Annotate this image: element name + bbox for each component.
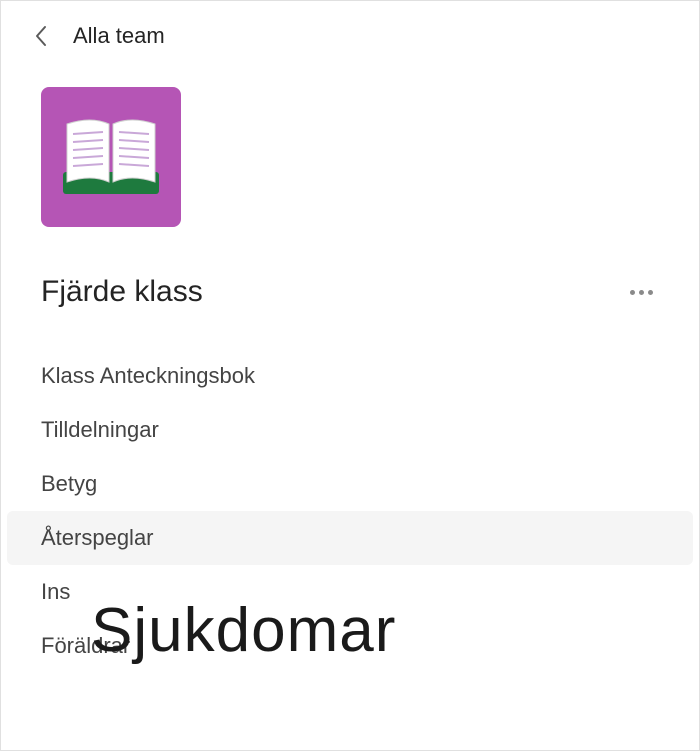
back-button[interactable] [31, 26, 51, 46]
team-avatar[interactable] [41, 87, 181, 227]
tab-label: Betyg [41, 471, 97, 496]
more-options-button[interactable] [624, 284, 659, 301]
tab-assignments[interactable]: Tilldelningar [1, 403, 699, 457]
tab-insights[interactable]: Ins [1, 565, 699, 619]
team-title: Fjärde klass [41, 275, 203, 309]
channel-tabs-list: Klass Anteckningsbok Tilldelningar Betyg… [1, 349, 699, 673]
tab-label: Tilldelningar [41, 417, 159, 442]
header-row: Alla team [1, 1, 699, 69]
tab-parents[interactable]: Föräldrar [1, 619, 699, 673]
tab-class-notebook[interactable]: Klass Anteckningsbok [1, 349, 699, 403]
book-icon [61, 112, 161, 202]
dots-icon [630, 290, 635, 295]
team-title-row: Fjärde klass [1, 227, 699, 319]
tab-label: Klass Anteckningsbok [41, 363, 255, 388]
tab-label: Återspeglar [41, 525, 154, 550]
all-teams-label[interactable]: Alla team [73, 23, 165, 49]
tab-reflect[interactable]: Återspeglar [7, 511, 693, 565]
tab-grades[interactable]: Betyg [1, 457, 699, 511]
tab-label: Föräldrar [41, 633, 130, 658]
teams-sidebar-panel: Alla team Fjärde klass Klass An [0, 0, 700, 751]
tab-label: Ins [41, 579, 70, 604]
chevron-left-icon [34, 25, 48, 47]
